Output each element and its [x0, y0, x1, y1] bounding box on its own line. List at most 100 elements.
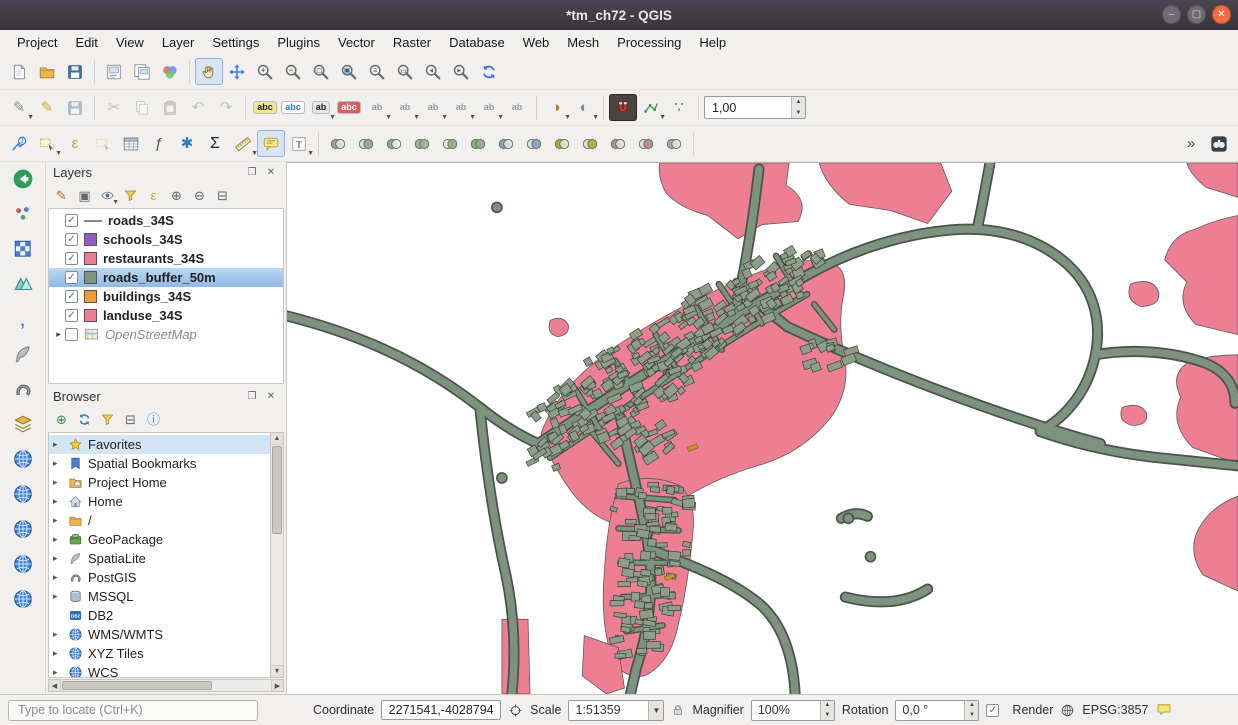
- rotate-label[interactable]: ab▼: [391, 94, 419, 121]
- layer-checkbox[interactable]: ✓: [65, 309, 78, 322]
- save-project[interactable]: [61, 58, 89, 85]
- tree-expander-icon[interactable]: ▸: [53, 667, 65, 677]
- menu-web[interactable]: Web: [514, 32, 559, 53]
- open-layer-styling[interactable]: ✎: [51, 185, 72, 206]
- browser-item-spatial-bookmarks[interactable]: ▸Spatial Bookmarks: [49, 454, 270, 473]
- browser-item-xyz-tiles[interactable]: ▸XYZ Tiles: [49, 644, 270, 663]
- dissolve[interactable]: [408, 130, 436, 157]
- layer-item-roads_34S[interactable]: ✓roads_34S: [49, 211, 283, 230]
- symmetrical-difference[interactable]: [464, 130, 492, 157]
- browser-item-postgis[interactable]: ▸PostGIS: [49, 568, 270, 587]
- tree-expander-icon[interactable]: ▸: [53, 553, 65, 564]
- pin-labels[interactable]: ab▼: [307, 94, 335, 121]
- add-xyz-layer[interactable]: [8, 480, 38, 508]
- extents-icon[interactable]: [508, 703, 523, 718]
- close-button[interactable]: ✕: [1212, 5, 1231, 24]
- highlight-pinned-labels[interactable]: abc: [335, 94, 363, 121]
- save-layer-edits[interactable]: [61, 94, 89, 121]
- layer-checkbox[interactable]: ✓: [65, 214, 78, 227]
- processing-toolbox[interactable]: ✱: [173, 130, 201, 157]
- layer-checkbox[interactable]: [65, 328, 78, 341]
- scroll-left-arrow[interactable]: ◀: [49, 680, 61, 691]
- browser-panel-close-button[interactable]: ✕: [263, 389, 279, 405]
- map-canvas[interactable]: [287, 162, 1238, 694]
- zoom-last[interactable]: ◂: [419, 58, 447, 85]
- geoprocessing-more[interactable]: [660, 130, 688, 157]
- menu-database[interactable]: Database: [440, 32, 514, 53]
- layer-checkbox[interactable]: ✓: [65, 233, 78, 246]
- more-toolbars[interactable]: »: [1177, 130, 1205, 157]
- add-selected-layers[interactable]: ⊕: [51, 409, 72, 430]
- zoom-full[interactable]: ◻: [307, 58, 335, 85]
- filter-legend[interactable]: [120, 185, 141, 206]
- browser-item-favorites[interactable]: ▸Favorites: [49, 435, 270, 454]
- collapse-all-browser[interactable]: ⊟: [120, 409, 141, 430]
- layer-checkbox[interactable]: ✓: [65, 271, 78, 284]
- zoom-out[interactable]: −: [279, 58, 307, 85]
- layer-item-buildings_34S[interactable]: ✓buildings_34S: [49, 287, 283, 306]
- add-group[interactable]: ▣: [74, 185, 95, 206]
- merge[interactable]: [548, 130, 576, 157]
- tree-expander-icon[interactable]: ▸: [53, 572, 65, 583]
- copy-features[interactable]: [128, 94, 156, 121]
- data-source-manager[interactable]: [8, 165, 38, 193]
- layer-checkbox[interactable]: ✓: [65, 252, 78, 265]
- zoom-next[interactable]: ▸: [447, 58, 475, 85]
- open-attribute-table[interactable]: [117, 130, 145, 157]
- menu-raster[interactable]: Raster: [384, 32, 440, 53]
- deselect-all[interactable]: [89, 130, 117, 157]
- zoom-to-layer[interactable]: ≡: [363, 58, 391, 85]
- menu-settings[interactable]: Settings: [203, 32, 268, 53]
- move-label[interactable]: ab▼: [363, 94, 391, 121]
- change-label[interactable]: ab▼: [419, 94, 447, 121]
- add-delimited-text-layer[interactable]: ,: [8, 305, 38, 333]
- add-virtual-layer[interactable]: [8, 410, 38, 438]
- undo-edit[interactable]: ↶: [184, 94, 212, 121]
- show-layout-manager[interactable]: [128, 58, 156, 85]
- menu-mesh[interactable]: Mesh: [558, 32, 608, 53]
- browser-item-wms-wmts[interactable]: ▸WMS/WMTS: [49, 625, 270, 644]
- add-wfs-layer[interactable]: [8, 515, 38, 543]
- label-tool-4[interactable]: ab▼: [447, 94, 475, 121]
- layers-panel-close-button[interactable]: ✕: [263, 165, 279, 181]
- tree-expander-icon[interactable]: ▸: [53, 515, 65, 526]
- layer-item-OpenStreetMap[interactable]: ▸OpenStreetMap: [49, 325, 283, 344]
- tree-expander-icon[interactable]: ▸: [53, 629, 65, 640]
- refresh-map[interactable]: [475, 58, 503, 85]
- new-print-layout[interactable]: [100, 58, 128, 85]
- diagram-options-2[interactable]: ◐▼: [570, 94, 598, 121]
- add-arcgis-layer[interactable]: [8, 550, 38, 578]
- scrollbar-thumb-h[interactable]: [62, 681, 212, 690]
- menu-view[interactable]: View: [107, 32, 153, 53]
- browser-panel-float-button[interactable]: ❐: [244, 389, 260, 405]
- menu-layer[interactable]: Layer: [153, 32, 204, 53]
- menu-edit[interactable]: Edit: [66, 32, 106, 53]
- browser-vertical-scrollbar[interactable]: ▲ ▼: [270, 433, 283, 677]
- check-geometries[interactable]: [604, 130, 632, 157]
- browser-item-geopackage[interactable]: ▸GeoPackage: [49, 530, 270, 549]
- text-annotation[interactable]: T▼: [285, 130, 313, 157]
- pan-map[interactable]: [195, 58, 223, 85]
- browser-item-db2[interactable]: DB2DB2: [49, 606, 270, 625]
- zoom-in[interactable]: +: [251, 58, 279, 85]
- tree-expander-icon[interactable]: ▸: [53, 496, 65, 507]
- browser-item-project-home[interactable]: ▸Project Home: [49, 473, 270, 492]
- browser-item-mssql[interactable]: ▸MSSQL: [49, 587, 270, 606]
- zoom-to-selection[interactable]: ▣: [335, 58, 363, 85]
- cut-features[interactable]: ✂: [100, 94, 128, 121]
- minimize-button[interactable]: –: [1162, 5, 1181, 24]
- layer-item-roads_buffer_50m[interactable]: ✓roads_buffer_50m: [49, 268, 283, 287]
- add-raster-layer[interactable]: [8, 235, 38, 263]
- add-mesh-layer[interactable]: [8, 270, 38, 298]
- remove-layer[interactable]: ⊟: [212, 185, 233, 206]
- tree-expander-icon[interactable]: ▸: [53, 439, 65, 450]
- browser-item-home[interactable]: ▸Home: [49, 492, 270, 511]
- menu-help[interactable]: Help: [690, 32, 735, 53]
- layer-checkbox[interactable]: ✓: [65, 290, 78, 303]
- tree-expander-icon[interactable]: ▸: [53, 591, 65, 602]
- add-vector-layer[interactable]: [8, 200, 38, 228]
- label-tool-6[interactable]: ab: [503, 94, 531, 121]
- measure-line[interactable]: ▼: [229, 130, 257, 157]
- locate-input[interactable]: [8, 700, 258, 721]
- redo-edit[interactable]: ↷: [212, 94, 240, 121]
